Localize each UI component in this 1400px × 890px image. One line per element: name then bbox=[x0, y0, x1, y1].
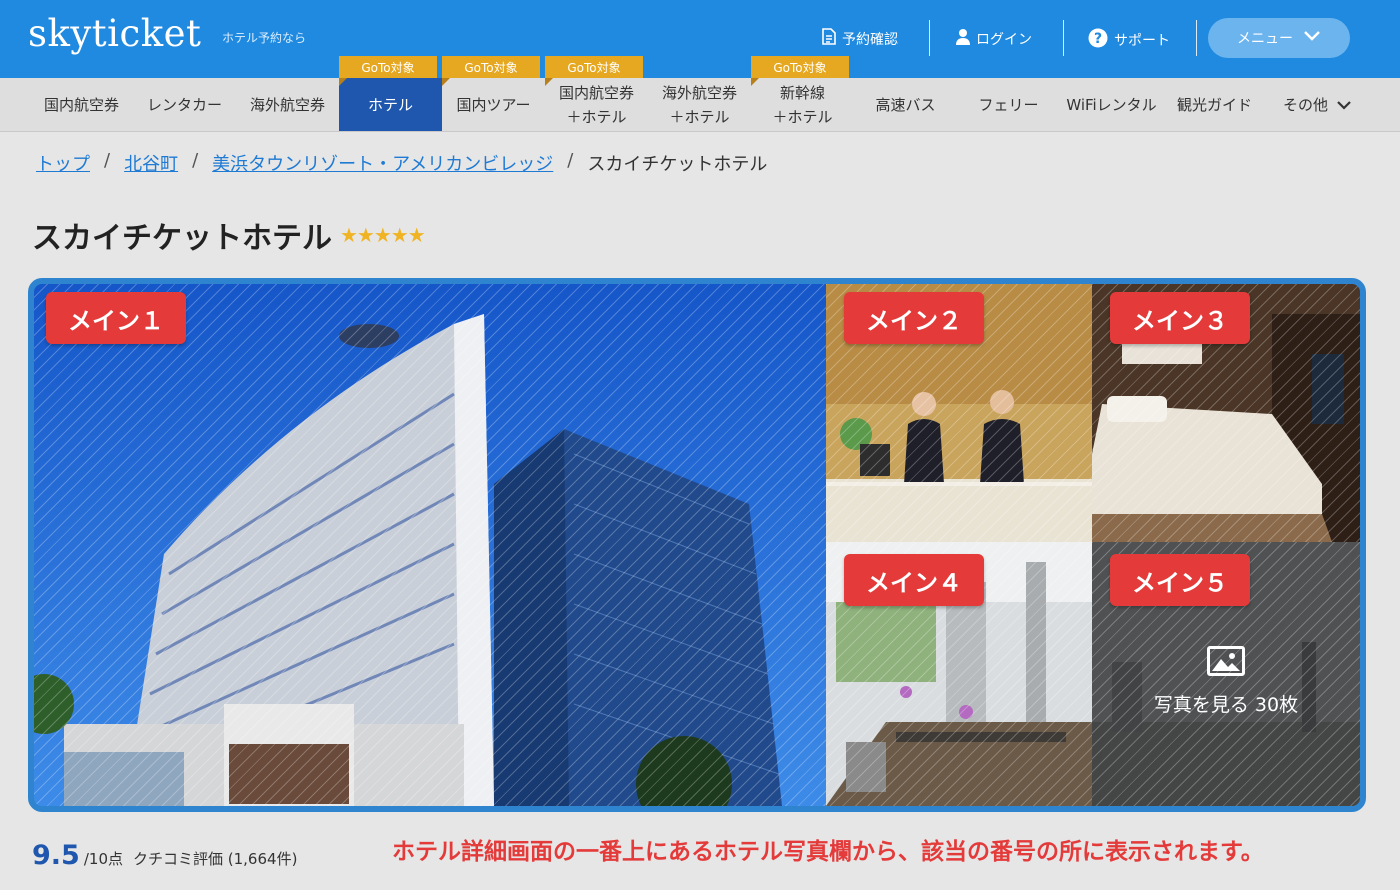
main-2-badge: メイン２ bbox=[844, 292, 984, 344]
chevron-down-icon bbox=[1303, 30, 1321, 46]
nav-item-label: ホテル bbox=[367, 95, 413, 114]
nav-item-6[interactable]: 国内航空券 ＋ホテル bbox=[545, 78, 648, 131]
nav-item-label: 高速バス bbox=[875, 95, 936, 114]
nav-item-2[interactable]: レンタカー bbox=[133, 78, 236, 131]
nav-item-5[interactable]: 国内ツアー bbox=[442, 78, 545, 131]
nav-item-11[interactable]: WiFiレンタル bbox=[1060, 78, 1163, 131]
main-photo-2[interactable]: メイン２ bbox=[826, 284, 1092, 542]
goto-tag: GoTo対象 bbox=[339, 56, 437, 86]
hotel-exterior-image bbox=[34, 284, 826, 806]
main-photo-4[interactable]: メイン４ bbox=[826, 542, 1092, 806]
nav-item-3[interactable]: 海外航空券 bbox=[236, 78, 339, 131]
nav-item-label: 海外航空券 ＋ホテル bbox=[661, 83, 737, 126]
breadcrumb: トップ / 北谷町 / 美浜タウンリゾート・アメリカンビレッジ / スカイチケッ… bbox=[36, 150, 767, 176]
main-photo-5[interactable]: メイン５ 写真を見る 30枚 bbox=[1092, 542, 1360, 806]
main-5-badge: メイン５ bbox=[1110, 554, 1250, 606]
document-icon bbox=[822, 28, 836, 49]
review-count[interactable]: クチコミ評価 (1,664件) bbox=[133, 848, 297, 869]
breadcrumb-separator: / bbox=[104, 150, 111, 171]
photo-gallery: メイン１ メイン２ メイン３ メイン４ メイン５ 写真を見る 30枚 bbox=[28, 278, 1366, 812]
annotation-note: ホテル詳細画面の一番上にあるホテル写真欄から、該当の番号の所に表示されます。 bbox=[392, 839, 1264, 865]
goto-tag: GoTo対象 bbox=[751, 56, 849, 86]
image-icon bbox=[1207, 646, 1245, 676]
nav-item-10[interactable]: フェリー bbox=[957, 78, 1060, 131]
nav-item-4[interactable]: ホテル bbox=[339, 78, 442, 131]
nav-item-label: その他 bbox=[1282, 95, 1328, 114]
page-title: スカイチケットホテル bbox=[32, 221, 332, 256]
login-label: ログイン bbox=[976, 31, 1032, 48]
nav-item-13[interactable]: その他 bbox=[1266, 78, 1369, 131]
nav-item-label: 新幹線 ＋ホテル bbox=[772, 83, 833, 126]
header-divider bbox=[929, 20, 930, 56]
nav-item-label: 海外航空券 bbox=[249, 95, 325, 114]
chevron-down-icon bbox=[1337, 100, 1351, 110]
view-all-photos-label: 写真を見る 30枚 bbox=[1153, 694, 1299, 716]
reservation-check-label: 予約確認 bbox=[842, 31, 898, 48]
score-max: /10点 bbox=[83, 850, 123, 868]
nav-item-label: 観光ガイド bbox=[1176, 95, 1252, 114]
nav-item-7[interactable]: 海外航空券 ＋ホテル bbox=[648, 78, 751, 131]
menu-button[interactable]: メニュー bbox=[1208, 18, 1350, 58]
goto-tag: GoTo対象 bbox=[545, 56, 643, 86]
help-icon: ? bbox=[1088, 28, 1108, 52]
nav-item-label: 国内航空券 ＋ホテル bbox=[558, 83, 634, 126]
goto-tag: GoTo対象 bbox=[442, 56, 540, 86]
header-divider bbox=[1196, 20, 1197, 56]
score-value: 9.5 bbox=[32, 840, 80, 871]
header-divider bbox=[1063, 20, 1064, 56]
nav-item-1[interactable]: 国内航空券 bbox=[30, 78, 133, 131]
breadcrumb-separator: / bbox=[567, 150, 574, 171]
tagline: ホテル予約なら bbox=[222, 31, 307, 45]
view-all-photos-link[interactable]: 写真を見る 30枚 bbox=[1092, 646, 1360, 717]
nav-item-12[interactable]: 観光ガイド bbox=[1163, 78, 1266, 131]
main-4-badge: メイン４ bbox=[844, 554, 984, 606]
main-3-badge: メイン３ bbox=[1110, 292, 1250, 344]
logo[interactable]: skyticket bbox=[28, 12, 201, 55]
review-score: 9.5 /10点 クチコミ評価 (1,664件) bbox=[32, 840, 297, 871]
svg-text:?: ? bbox=[1094, 31, 1102, 47]
breadcrumb-current: スカイチケットホテル bbox=[587, 154, 768, 175]
main-photo-3[interactable]: メイン３ bbox=[1092, 284, 1360, 542]
menu-label: メニュー bbox=[1237, 31, 1293, 47]
user-icon bbox=[956, 28, 970, 49]
nav-item-label: フェリー bbox=[978, 95, 1039, 114]
star-rating: ★★★★★ bbox=[340, 223, 426, 247]
breadcrumb-area[interactable]: 北谷町 bbox=[124, 150, 178, 176]
nav-item-label: WiFiレンタル bbox=[1066, 95, 1157, 114]
login-link[interactable]: ログイン bbox=[956, 28, 1032, 49]
site-header: skyticket ホテル予約なら 予約確認 ログイン ? サポート メニュー bbox=[0, 0, 1400, 78]
support-label: サポート bbox=[1114, 33, 1170, 49]
main-photo-1[interactable]: メイン１ bbox=[34, 284, 826, 806]
nav-item-label: レンタカー bbox=[146, 95, 222, 114]
nav-item-8[interactable]: 新幹線 ＋ホテル bbox=[751, 78, 854, 131]
nav-item-label: 国内航空券 bbox=[43, 95, 119, 114]
hotel-title-row: スカイチケットホテル ★★★★★ bbox=[32, 213, 426, 257]
breadcrumb-top[interactable]: トップ bbox=[36, 150, 90, 176]
main-1-badge: メイン１ bbox=[46, 292, 186, 344]
support-link[interactable]: ? サポート bbox=[1088, 28, 1170, 52]
breadcrumb-sub-area[interactable]: 美浜タウンリゾート・アメリカンビレッジ bbox=[212, 150, 553, 176]
nav-item-9[interactable]: 高速バス bbox=[854, 78, 957, 131]
reservation-check-link[interactable]: 予約確認 bbox=[822, 28, 898, 49]
nav-item-label: 国内ツアー bbox=[456, 95, 531, 114]
breadcrumb-separator: / bbox=[192, 150, 199, 171]
